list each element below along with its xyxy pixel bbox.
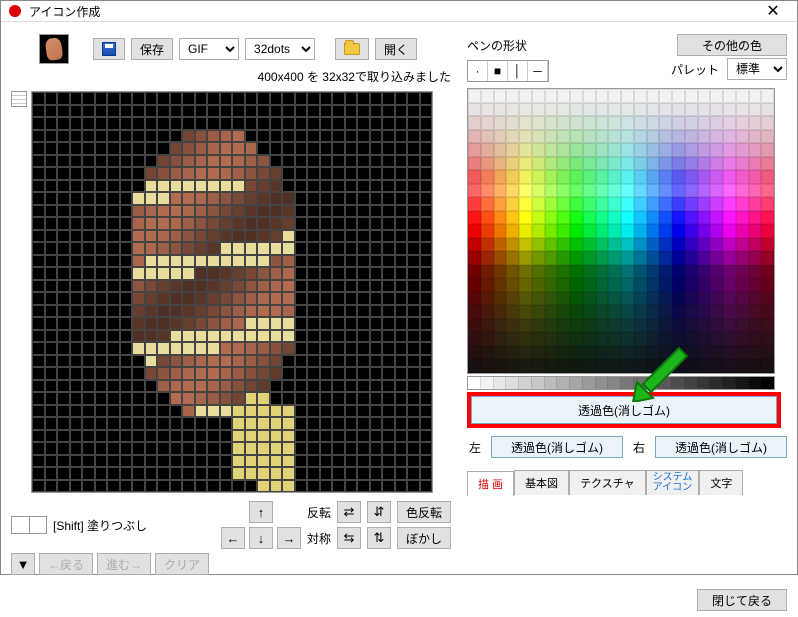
right-color-button[interactable]: 透過色(消しゴム) bbox=[655, 436, 787, 458]
transparent-eraser-button[interactable]: 透過色(消しゴム) bbox=[471, 396, 777, 424]
pixel-canvas[interactable] bbox=[31, 91, 433, 493]
status-text: 400x400 を 32x32で取り込みました bbox=[11, 68, 451, 85]
blur-button[interactable]: ぼかし bbox=[397, 527, 451, 549]
color-invert-button[interactable]: 色反転 bbox=[397, 501, 451, 523]
fg-bg-swatch[interactable] bbox=[11, 516, 47, 534]
titlebar: アイコン作成 ✕ bbox=[1, 1, 797, 22]
shift-hint: [Shift] 塗りつぶし bbox=[53, 517, 147, 534]
left-color-button[interactable]: 透過色(消しゴム) bbox=[491, 436, 623, 458]
palette-label: パレット bbox=[671, 61, 719, 78]
redo-button[interactable]: 進む→ bbox=[97, 553, 151, 575]
palette-select[interactable]: 標準 bbox=[727, 58, 787, 80]
app-icon bbox=[9, 5, 21, 17]
open-icon-button[interactable] bbox=[335, 38, 369, 60]
ruler-toggle[interactable] bbox=[11, 91, 27, 107]
save-icon-button[interactable] bbox=[93, 38, 125, 60]
arrow-right-button[interactable]: → bbox=[277, 527, 301, 549]
sym-v-button[interactable]: ⇅ bbox=[367, 527, 391, 549]
format-select[interactable]: GIF bbox=[179, 38, 239, 60]
clear-button[interactable]: クリア bbox=[155, 553, 209, 575]
flip-h-button[interactable]: ⇄ bbox=[337, 501, 361, 523]
sym-h-button[interactable]: ⇆ bbox=[337, 527, 361, 549]
folder-icon bbox=[344, 43, 360, 55]
window-title: アイコン作成 bbox=[29, 3, 757, 20]
tab-texture[interactable]: テクスチャ bbox=[569, 470, 646, 495]
pen-vline-icon[interactable]: │ bbox=[508, 61, 528, 81]
tab-system[interactable]: システム アイコン bbox=[646, 470, 700, 495]
tab-text[interactable]: 文字 bbox=[699, 470, 743, 495]
right-label: 右 bbox=[631, 439, 647, 456]
left-label: 左 bbox=[467, 439, 483, 456]
undo-button[interactable]: ←戻る bbox=[39, 553, 93, 575]
close-return-button[interactable]: 閉じて戻る bbox=[697, 589, 787, 611]
size-select[interactable]: 32dots bbox=[245, 38, 315, 60]
preview-thumb bbox=[39, 34, 69, 64]
color-palette[interactable] bbox=[467, 88, 775, 374]
arrow-down-button[interactable]: ↓ bbox=[249, 527, 273, 549]
pen-shape-picker[interactable]: · ■ │ ─ bbox=[467, 60, 549, 82]
sym-label: 対称 bbox=[307, 530, 331, 547]
transparent-highlight: 透過色(消しゴム) bbox=[467, 392, 781, 428]
pen-square-icon[interactable]: ■ bbox=[488, 61, 508, 81]
arrow-up-button[interactable]: ↑ bbox=[249, 501, 273, 523]
pen-dot-icon[interactable]: · bbox=[468, 61, 488, 81]
tab-basic[interactable]: 基本図 bbox=[514, 470, 569, 495]
dropdown-button[interactable]: ▼ bbox=[11, 553, 35, 575]
pen-hline-icon[interactable]: ─ bbox=[528, 61, 548, 81]
tab-draw[interactable]: 描 画 bbox=[467, 471, 514, 496]
close-icon[interactable]: ✕ bbox=[757, 1, 789, 21]
floppy-icon bbox=[102, 42, 116, 56]
gray-row[interactable] bbox=[467, 376, 775, 390]
flip-label: 反転 bbox=[307, 504, 331, 521]
pen-shape-label: ペンの形状 bbox=[467, 37, 527, 54]
arrow-left-button[interactable]: ← bbox=[221, 527, 245, 549]
open-button[interactable]: 開く bbox=[375, 38, 417, 60]
other-colors-button[interactable]: その他の色 bbox=[677, 34, 787, 56]
flip-v-button[interactable]: ⇵ bbox=[367, 501, 391, 523]
save-button[interactable]: 保存 bbox=[131, 38, 173, 60]
